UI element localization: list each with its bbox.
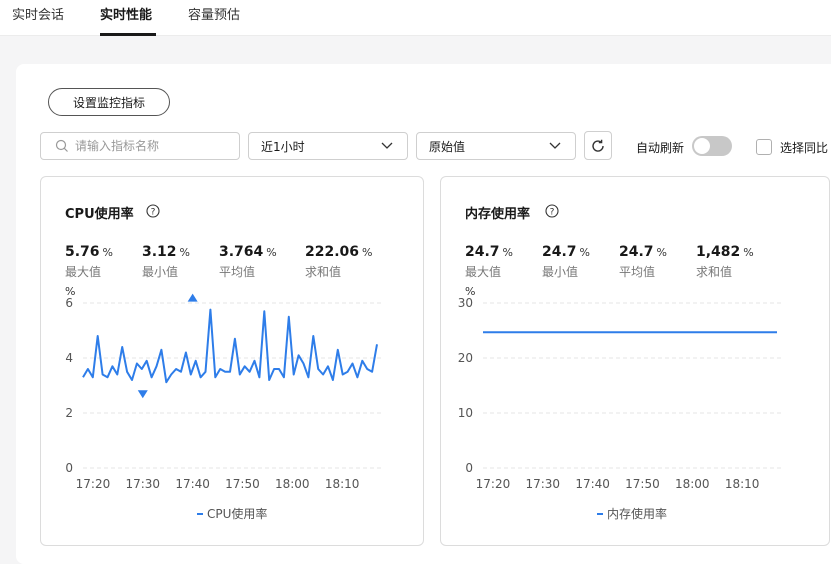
svg-text:?: ? <box>151 208 156 218</box>
x-tick-label: 17:50 <box>625 477 660 491</box>
tab-capacity-forecast[interactable]: 容量预估 <box>188 4 240 23</box>
stat-value: 222.06 <box>305 244 360 260</box>
stat-label: 平均值 <box>219 265 256 279</box>
stat-unit: % <box>362 246 373 259</box>
stat-unit: % <box>266 246 277 259</box>
y-tick-label: 6 <box>65 296 73 310</box>
stat-value: 24.7 <box>465 244 500 260</box>
stat-unit: % <box>579 246 590 259</box>
x-tick-label: 17:40 <box>575 477 610 491</box>
stat-label: 求和值 <box>696 265 733 279</box>
compare-checkbox[interactable] <box>756 139 772 155</box>
stat-label: 最大值 <box>465 265 502 279</box>
x-tick-label: 18:00 <box>675 477 710 491</box>
stat-label: 最小值 <box>142 265 179 279</box>
y-tick-label: 0 <box>65 461 73 475</box>
x-tick-label: 18:00 <box>275 477 310 491</box>
stat-unit: % <box>743 246 754 259</box>
auto-refresh-label: 自动刷新 <box>636 141 685 155</box>
x-tick-label: 18:10 <box>725 477 760 491</box>
legend-label: CPU使用率 <box>207 506 267 521</box>
stat-value: 3.764 <box>219 244 264 260</box>
y-tick-label: 4 <box>65 351 73 365</box>
x-tick-label: 17:30 <box>125 477 160 491</box>
y-tick-label: 2 <box>65 406 73 420</box>
stat-label: 最大值 <box>65 265 102 279</box>
x-tick-label: 18:10 <box>325 477 360 491</box>
memory-usage-card: 内存使用率 ? 24.7% 最大值 24.7% 最小值 24.7% 平均值 1,482… <box>440 176 830 546</box>
value-mode-select[interactable]: 原始值 <box>416 132 576 160</box>
x-tick-label: 17:20 <box>476 477 511 491</box>
question-circle-icon[interactable]: ? <box>545 204 559 218</box>
max-marker <box>187 293 198 302</box>
stat-unit: % <box>179 246 190 259</box>
legend-swatch <box>197 513 203 515</box>
y-tick-label: 20 <box>458 351 473 365</box>
compare-label: 选择同比 <box>780 141 829 155</box>
memory-usage-chart: %010203017:20 17:30 17:40 17:50 18:00 18:10内存… <box>458 287 783 521</box>
stat-value: 1,482 <box>696 244 741 260</box>
metric-search-box[interactable] <box>40 132 240 160</box>
set-monitor-metrics-button[interactable]: 设置监控指标 <box>48 88 170 116</box>
x-tick-label: 17:20 <box>76 477 111 491</box>
stat-label: 最小值 <box>542 265 579 279</box>
time-range-value: 近1小时 <box>261 139 305 154</box>
legend-label: 内存使用率 <box>607 506 667 521</box>
card-title: 内存使用率 <box>465 207 531 222</box>
metric-search-input[interactable] <box>75 139 235 153</box>
stat-unit: % <box>502 246 513 259</box>
refresh-icon <box>592 139 604 152</box>
time-range-select[interactable]: 近1小时 <box>248 132 408 160</box>
stat-value: 24.7 <box>542 244 577 260</box>
stat-avg: 24.7% 平均值 <box>619 241 667 280</box>
min-marker <box>137 390 148 399</box>
stat-label: 平均值 <box>619 265 656 279</box>
stat-max: 5.76% 最大值 <box>65 241 113 280</box>
stat-max: 24.7% 最大值 <box>465 241 513 280</box>
stat-unit: % <box>102 246 113 259</box>
cpu-usage-chart: %024617:20 17:30 17:40 17:50 18:00 18:10CPU使用… <box>65 287 383 521</box>
search-icon <box>55 139 68 152</box>
stat-sum: 222.06% 求和值 <box>305 241 372 280</box>
stat-value: 24.7 <box>619 244 654 260</box>
x-tick-label: 17:30 <box>525 477 560 491</box>
refresh-button[interactable] <box>584 131 612 160</box>
stat-avg: 3.764% 平均值 <box>219 241 277 280</box>
y-tick-label: 30 <box>458 296 473 310</box>
stat-unit: % <box>656 246 667 259</box>
stat-value: 3.12 <box>142 244 177 260</box>
x-tick-label: 17:40 <box>175 477 210 491</box>
cpu-usage-card: CPU使用率 ? 5.76% 最大值 3.12% 最小值 3.764% 平均值 222… <box>40 176 424 546</box>
active-tab-indicator <box>100 33 156 36</box>
tab-realtime-session[interactable]: 实时会话 <box>12 4 64 23</box>
stat-sum: 1,482% 求和值 <box>696 241 754 280</box>
chevron-down-icon <box>381 142 393 149</box>
stat-min: 24.7% 最小值 <box>542 241 590 280</box>
value-mode-value: 原始值 <box>429 139 466 154</box>
chevron-down-icon <box>549 142 561 149</box>
y-tick-label: 10 <box>458 406 473 420</box>
toggle-knob <box>694 138 710 154</box>
svg-text:?: ? <box>550 208 555 218</box>
question-circle-icon[interactable]: ? <box>146 204 160 218</box>
stat-label: 求和值 <box>305 265 342 279</box>
x-tick-label: 17:50 <box>225 477 260 491</box>
auto-refresh-toggle[interactable] <box>692 136 732 156</box>
stat-value: 5.76 <box>65 244 100 260</box>
series-line <box>82 308 378 384</box>
stat-min: 3.12% 最小值 <box>142 241 190 280</box>
tab-realtime-performance[interactable]: 实时性能 <box>100 4 152 23</box>
legend-swatch <box>597 513 603 515</box>
card-title: CPU使用率 <box>65 207 134 222</box>
y-tick-label: 0 <box>465 461 473 475</box>
tab-bar: 实时会话 实时性能 容量预估 <box>0 0 831 36</box>
